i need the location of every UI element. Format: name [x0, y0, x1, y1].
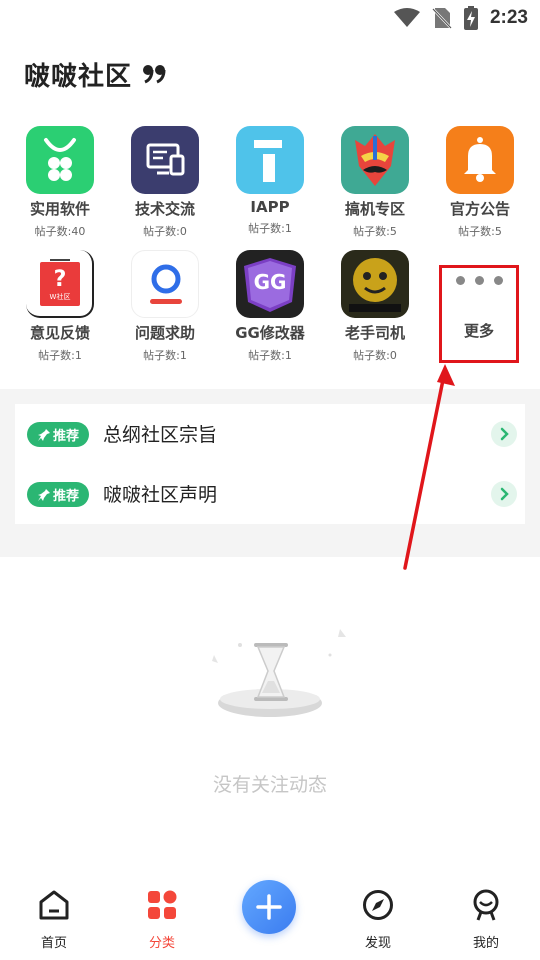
hourglass-empty-icon	[212, 629, 346, 717]
meme-face-icon	[341, 250, 409, 318]
category-count: 帖子数:1	[38, 349, 82, 362]
category-name: 问题求助	[134, 324, 195, 342]
info-i-icon	[236, 126, 304, 194]
bell-icon	[446, 126, 514, 194]
feedback-bag-icon: ? W社区	[26, 250, 94, 318]
recommend-badge: 推荐	[27, 482, 89, 507]
page-title: 啵啵社区	[24, 62, 133, 92]
category-name: 技术交流	[134, 200, 195, 218]
gg-logo-icon: GG	[236, 250, 304, 318]
mask-icon	[341, 126, 409, 194]
category-wenti-qiuzhu[interactable]: 问题求助 帖子数:1	[115, 250, 215, 363]
category-name: IAPP	[250, 198, 290, 216]
nav-label: 我的	[472, 936, 499, 951]
bag-icon	[26, 126, 94, 194]
recommend-badge-label: 推荐	[52, 429, 79, 444]
feedback-bag-sublabel: W社区	[49, 293, 71, 301]
category-count: 帖子数:5	[458, 225, 502, 238]
category-laoshou-siji[interactable]: 老手司机 帖子数:0	[325, 250, 425, 363]
battery-charging-icon	[463, 6, 478, 30]
plus-icon	[256, 894, 282, 920]
profile-face-icon	[473, 889, 499, 921]
category-shiyong-ruanjian[interactable]: 实用软件 帖子数:40	[10, 126, 110, 239]
recommend-badge: 推荐	[27, 422, 89, 447]
app-screen: 2:23 啵啵社区 实用软件 帖子数:40 技术交流 帖子数:0 IAPP 帖子…	[0, 0, 540, 960]
category-count: 帖子数:0	[143, 225, 187, 238]
gg-logo-text: GG	[253, 270, 287, 294]
category-guanfang-gonggao[interactable]: 官方公告 帖子数:5	[430, 126, 530, 239]
status-time: 2:23	[489, 7, 528, 28]
category-count: 帖子数:1	[143, 349, 187, 362]
category-gg-xiugaiqi[interactable]: GG GG修改器 帖子数:1	[220, 250, 320, 363]
category-yijian-fankui[interactable]: ? W社区 意见反馈 帖子数:1	[10, 250, 110, 363]
category-count: 帖子数:5	[353, 225, 397, 238]
pin-icon	[37, 428, 50, 441]
status-icons: 2:23	[393, 6, 528, 30]
category-jishu-jiaoliu[interactable]: 技术交流 帖子数:0	[115, 126, 215, 239]
nav-me[interactable]: 我的	[446, 888, 526, 951]
more-button[interactable]: 更多	[439, 320, 519, 341]
nav-category[interactable]: 分类	[122, 888, 202, 951]
category-gaoji-zhuanqu[interactable]: 搞机专区 帖子数:5	[325, 126, 425, 239]
category-count: 帖子数:1	[248, 222, 292, 235]
recommend-badge-label: 推荐	[52, 489, 79, 504]
more-dot	[475, 276, 484, 285]
more-dot	[456, 276, 465, 285]
computer-icon	[131, 126, 199, 194]
home-icon	[39, 890, 69, 920]
nav-label: 发现	[364, 936, 391, 951]
category-name: 意见反馈	[29, 324, 90, 342]
category-grid-icon	[148, 890, 177, 919]
status-bar: 2:23	[0, 0, 540, 36]
category-name: 搞机专区	[344, 200, 405, 218]
annotation-arrow	[403, 364, 455, 570]
recommended-item-text: 总纲社区宗旨	[103, 424, 218, 446]
category-name: GG修改器	[235, 324, 305, 342]
category-name: 实用软件	[29, 200, 90, 218]
category-iapp[interactable]: IAPP 帖子数:1	[220, 126, 320, 236]
recommended-item-text: 啵啵社区声明	[103, 484, 218, 506]
chevron-right-icon	[491, 421, 517, 447]
pin-icon	[37, 488, 50, 501]
quote-icon	[143, 65, 166, 84]
more-dot	[494, 276, 503, 285]
category-count: 帖子数:1	[248, 349, 292, 362]
chevron-right-icon	[491, 481, 517, 507]
svg-text:?: ?	[54, 267, 67, 292]
nav-discover[interactable]: 发现	[338, 888, 418, 951]
nav-home[interactable]: 首页	[14, 888, 94, 951]
no-sim-icon	[432, 8, 452, 29]
category-name: 老手司机	[344, 324, 405, 342]
more-dots-icon[interactable]	[456, 276, 503, 285]
wifi-icon	[393, 8, 420, 27]
compass-icon	[363, 890, 393, 920]
nav-label: 首页	[40, 936, 67, 951]
category-name: 官方公告	[449, 200, 510, 218]
help-person-icon	[131, 250, 199, 318]
add-post-button[interactable]	[242, 880, 296, 934]
empty-state-text: 没有关注动态	[212, 774, 327, 796]
nav-label: 分类	[148, 936, 175, 951]
category-count: 帖子数:40	[34, 225, 86, 238]
